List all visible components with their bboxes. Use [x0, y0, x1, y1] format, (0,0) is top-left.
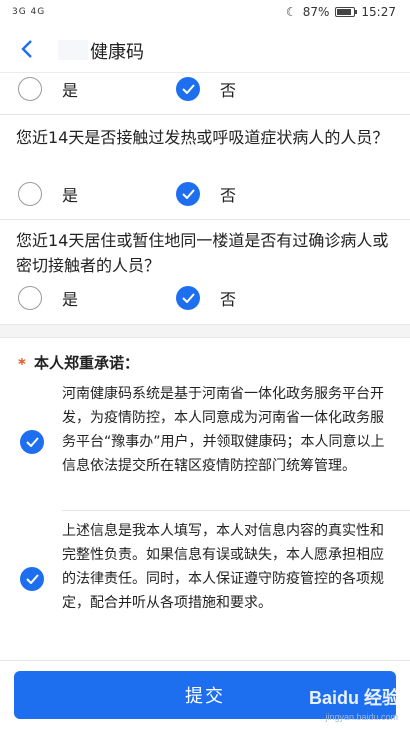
question-text: 您近14天居住或暂住地同一楼道是否有过确诊病人或密切接触者的人员？ [16, 231, 389, 275]
q2-option-no[interactable]: 否 [176, 182, 236, 206]
pledge-item-text: 上述信息是我本人填写，本人对信息内容的真实性和完整性负责。如果信息有误或缺失，本… [62, 523, 384, 611]
pledge-checkbox-2[interactable] [20, 567, 44, 591]
moon-icon: ☾ [285, 5, 297, 19]
pledge-checkbox-1[interactable] [20, 430, 44, 454]
option-label: 是 [62, 186, 79, 205]
checkmark-icon [25, 574, 39, 584]
clock: 15:27 [361, 5, 396, 19]
q2-option-yes[interactable]: 是 [18, 182, 78, 206]
page-title: 健康码 [90, 42, 144, 63]
header-divider [0, 72, 410, 73]
radio-checked-icon [176, 77, 200, 101]
battery-icon [335, 7, 358, 17]
required-mark: * [18, 355, 26, 373]
chevron-left-icon [21, 40, 32, 58]
app-header: 健康码 [0, 26, 410, 72]
q1-option-yes[interactable]: 是 [18, 77, 78, 101]
option-label: 是 [62, 290, 79, 309]
status-bar: 3G 4G ☾ 87% 15:27 [0, 0, 410, 26]
watermark-url: jingyan.baidu.com [325, 712, 398, 722]
section-separator [0, 324, 410, 338]
radio-checked-icon [176, 286, 200, 310]
radio-unchecked-icon [18, 77, 42, 101]
radio-checked-icon [176, 182, 200, 206]
watermark-logo: Baidu 经验 [308, 688, 400, 708]
option-label: 否 [220, 81, 237, 100]
option-label: 否 [220, 186, 237, 205]
q1-option-no[interactable]: 否 [176, 77, 236, 101]
pledge-item-text: 河南健康码系统是基于河南省一体化政务服务平台开发，为疫情防控，本人同意成为河南省… [62, 386, 385, 474]
q3-option-yes[interactable]: 是 [18, 286, 78, 310]
back-button[interactable] [12, 34, 42, 64]
pledge-title: 本人郑重承诺： [34, 354, 140, 372]
divider [0, 219, 410, 220]
battery-percent: 87% [302, 5, 330, 19]
divider [0, 114, 410, 115]
radio-unchecked-icon [18, 182, 42, 206]
q3-option-no[interactable]: 否 [176, 286, 236, 310]
option-label: 否 [220, 290, 237, 309]
radio-unchecked-icon [18, 286, 42, 310]
title-redaction [58, 40, 88, 60]
divider [62, 510, 410, 511]
status-right: ☾ 87% 15:27 [286, 5, 396, 19]
question-text: 您近14天是否接触过发热或呼吸道症状病人的人员？ [16, 128, 389, 147]
checkmark-icon [25, 437, 39, 447]
option-label: 是 [62, 81, 79, 100]
signal-indicator: 3G 4G [12, 7, 46, 17]
